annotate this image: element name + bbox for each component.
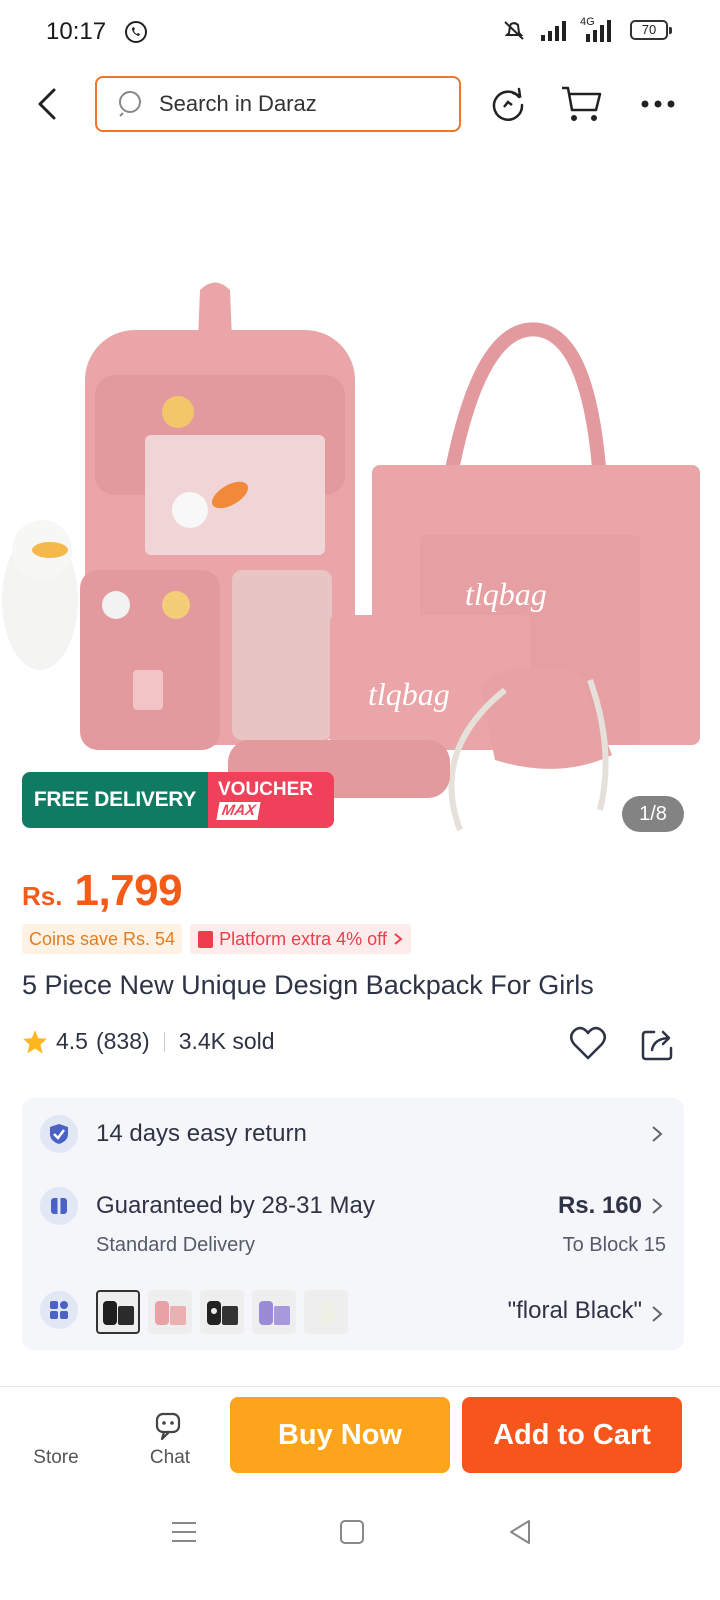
platform-discount-tag[interactable]: Platform extra 4% off xyxy=(190,924,411,954)
status-icons: 4G xyxy=(502,16,612,42)
price-value: 1,799 xyxy=(74,866,183,915)
image-page-counter: 1/8 xyxy=(622,796,684,832)
product-image: tlqbag tlqbag xyxy=(2,282,700,832)
refresh-icon xyxy=(492,87,524,121)
battery-level: 70 xyxy=(641,22,657,37)
platform-discount-label: Platform extra 4% off xyxy=(219,929,387,949)
image-brand-text-2: tlqbag xyxy=(368,676,450,712)
chevron-right-icon xyxy=(394,933,403,945)
product-image-gallery[interactable]: tlqbag tlqbag FREE DELIVERY VOUCHER MAX … xyxy=(0,150,720,855)
shield-check-icon xyxy=(40,1115,78,1153)
back-arrow-icon[interactable] xyxy=(32,84,62,124)
sold-count: 3.4K sold xyxy=(178,1028,275,1054)
voucher-max-badge: VOUCHER MAX xyxy=(208,772,334,828)
status-bar: 10:17 4G 70 xyxy=(0,0,720,64)
promo-banner: FREE DELIVERY VOUCHER MAX xyxy=(22,772,334,828)
battery-icon: 70 xyxy=(630,20,672,40)
price: Rs. 1,799 xyxy=(22,866,183,916)
status-time: 10:17 xyxy=(46,18,107,45)
chevron-right-icon xyxy=(652,1198,663,1214)
promo-tags: Coins save Rs. 54 Platform extra 4% off xyxy=(22,924,411,954)
chat-button[interactable]: Chat xyxy=(130,1447,210,1469)
system-navigation-bar xyxy=(0,1492,720,1600)
selected-variant-text: "floral Black" xyxy=(507,1297,642,1324)
voucher-label: VOUCHER xyxy=(218,779,314,800)
cart-button[interactable] xyxy=(560,82,604,126)
top-nav xyxy=(0,70,720,138)
ticket-icon xyxy=(198,930,214,948)
variant-swatch-purple[interactable] xyxy=(252,1290,296,1334)
whatsapp-icon xyxy=(125,21,147,43)
coins-save-tag: Coins save Rs. 54 xyxy=(22,924,183,954)
divider xyxy=(163,1031,165,1052)
home-button[interactable] xyxy=(332,1512,372,1552)
variants-grid-icon xyxy=(40,1291,78,1329)
variant-swatch-floral-black[interactable] xyxy=(96,1290,140,1334)
delivery-fee: Rs. 160 xyxy=(557,1192,642,1219)
system-back-button[interactable] xyxy=(500,1512,540,1552)
recent-apps-button[interactable] xyxy=(164,1512,204,1552)
max-label: MAX xyxy=(216,802,261,820)
search-bar[interactable] xyxy=(95,76,461,132)
wishlist-heart-icon[interactable] xyxy=(568,1024,608,1064)
free-delivery-badge: FREE DELIVERY xyxy=(22,772,208,828)
cart-icon xyxy=(562,86,602,121)
buy-now-button[interactable]: Buy Now xyxy=(230,1397,450,1473)
back-triangle-icon xyxy=(510,1520,530,1544)
rating-count: (838) xyxy=(95,1028,150,1054)
return-policy-text: 14 days easy return xyxy=(96,1120,307,1147)
signal-icon xyxy=(541,21,566,41)
delivery-row[interactable]: Guaranteed by 28-31 May Standard Deliver… xyxy=(22,1170,684,1270)
menu-lines-icon xyxy=(172,1522,196,1542)
delivery-box-icon xyxy=(40,1187,78,1225)
image-brand-text-1: tlqbag xyxy=(465,576,547,612)
delivery-location: To Block 15 xyxy=(562,1234,666,1256)
service-info-card: 14 days easy return Guaranteed by 28-31 … xyxy=(22,1098,684,1350)
bottom-action-bar: Store Chat Buy Now Add to Cart xyxy=(0,1386,720,1486)
more-dots-icon xyxy=(641,100,675,108)
chevron-right-icon xyxy=(652,1306,663,1322)
search-icon xyxy=(119,91,141,117)
variant-swatches xyxy=(96,1290,348,1334)
rating-value: 4.5 xyxy=(56,1028,88,1054)
price-currency: Rs. xyxy=(22,881,63,911)
share-icon[interactable] xyxy=(638,1024,678,1064)
rating-row[interactable]: 4.5 (838) 3.4K sold xyxy=(22,1028,275,1055)
add-to-cart-button[interactable]: Add to Cart xyxy=(462,1397,682,1473)
mute-icon xyxy=(504,21,524,40)
chat-icon[interactable] xyxy=(152,1411,184,1443)
star-icon xyxy=(23,1029,47,1053)
refresh-button[interactable] xyxy=(486,82,530,126)
chevron-right-icon xyxy=(652,1126,663,1142)
delivery-date-text: Guaranteed by 28-31 May xyxy=(96,1192,375,1219)
store-button[interactable]: Store xyxy=(16,1447,96,1469)
network-4g-icon: 4G xyxy=(578,16,612,42)
variant-swatch-white[interactable] xyxy=(304,1290,348,1334)
delivery-type-text: Standard Delivery xyxy=(96,1234,255,1256)
home-square-icon xyxy=(340,1520,364,1544)
variant-swatch-black[interactable] xyxy=(200,1290,244,1334)
search-input[interactable] xyxy=(159,91,439,117)
product-title: 5 Piece New Unique Design Backpack For G… xyxy=(22,970,594,1000)
return-policy-row[interactable]: 14 days easy return xyxy=(22,1098,684,1170)
more-options-button[interactable] xyxy=(636,82,680,126)
variant-swatch-pink[interactable] xyxy=(148,1290,192,1334)
